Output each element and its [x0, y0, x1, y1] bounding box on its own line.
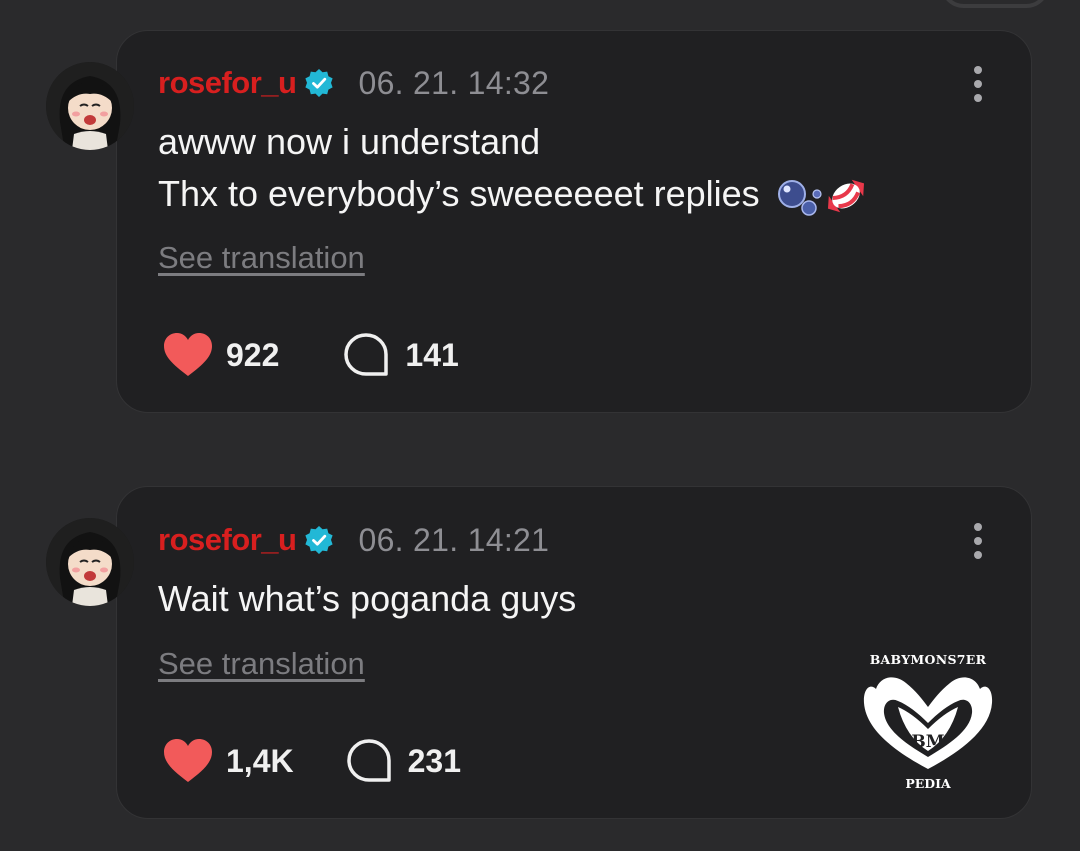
svg-text:BM: BM [911, 732, 944, 752]
comment-stats: 1,4K 231 [162, 738, 461, 784]
see-translation-link[interactable]: See translation [158, 240, 365, 276]
comment-header: rosefor_u 06. 21. 14:21 [158, 520, 549, 560]
comment-text-line: Wait what’s poganda guys [158, 578, 577, 619]
comment-text: Wait what’s poganda guys [158, 573, 576, 625]
comment-stats: 922 141 [162, 332, 459, 378]
avatar[interactable] [46, 62, 134, 150]
verified-badge-icon [305, 526, 334, 554]
watermark-top-text: BABYMONS7ER [869, 652, 987, 667]
comment-count: 141 [405, 336, 459, 373]
comment-text-line: Thx to everybody’s sweeeeeet replies [158, 173, 760, 214]
comment-bubble-icon[interactable] [343, 332, 389, 378]
comment-count: 231 [407, 742, 461, 779]
heart-icon[interactable] [162, 738, 214, 784]
comment-header: rosefor_u 06. 21. 14:32 [158, 63, 549, 103]
see-translation-link[interactable]: See translation [158, 646, 365, 682]
username[interactable]: rosefor_u [158, 65, 297, 101]
timestamp: 06. 21. 14:21 [358, 521, 550, 558]
bubbles-emoji [777, 180, 822, 217]
bubbles-candy-emoji [777, 180, 864, 217]
top-bubble-decoration [940, 0, 1050, 8]
watermark-logo: BABYMONS7ER BM PEDIA [858, 652, 998, 794]
like-count: 1,4K [226, 742, 294, 779]
heart-icon[interactable] [162, 332, 214, 378]
username[interactable]: rosefor_u [158, 522, 297, 558]
avatar[interactable] [46, 518, 134, 606]
like-count: 922 [226, 336, 280, 373]
comment-text: awww now i understand Thx to everybody’s… [158, 116, 868, 220]
comment-text-line-with-emoji: Thx to everybody’s sweeeeeet replies [158, 168, 868, 220]
comment-text-line: awww now i understand [158, 121, 541, 162]
comment-bubble-icon[interactable] [346, 738, 392, 784]
watermark-bottom-text: PEDIA [905, 776, 951, 791]
more-vertical-icon[interactable] [968, 66, 988, 102]
timestamp: 06. 21. 14:32 [358, 64, 550, 101]
heart-logo-icon: BM [863, 677, 993, 769]
more-vertical-icon[interactable] [968, 523, 988, 559]
candy-emoji [827, 180, 864, 213]
verified-badge-icon [305, 69, 334, 97]
